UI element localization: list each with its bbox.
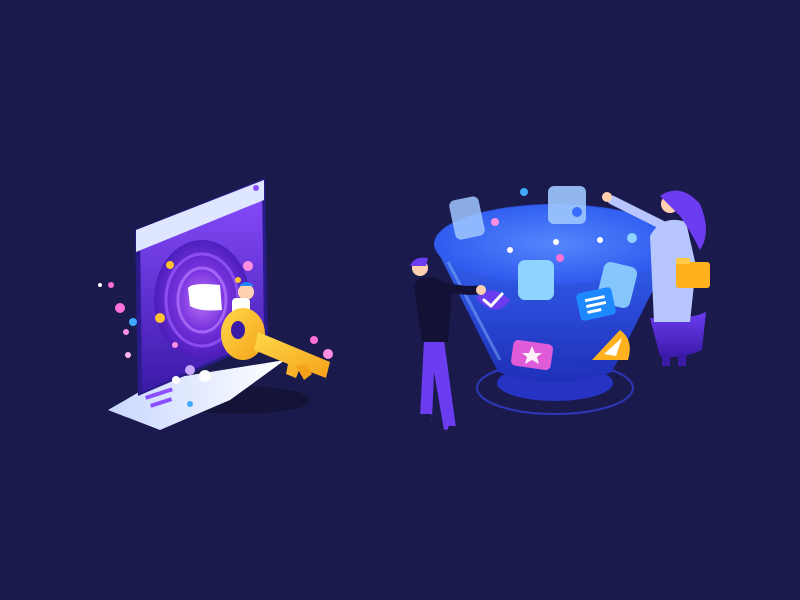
particle [323, 349, 333, 359]
particle [627, 233, 637, 243]
particle [166, 261, 174, 269]
particle [172, 342, 178, 348]
particle [520, 188, 528, 196]
woman-leg [662, 354, 670, 366]
particle [172, 376, 180, 384]
particle [199, 370, 211, 382]
particle [125, 352, 131, 358]
particle [123, 329, 129, 335]
key-hole [231, 321, 245, 339]
particle [187, 401, 193, 407]
right-illustration [410, 186, 710, 432]
woman-hand [602, 192, 612, 202]
particle [556, 254, 564, 262]
orange-folder [676, 262, 710, 288]
particle [597, 237, 603, 243]
particle [129, 318, 137, 326]
star-badge [511, 339, 553, 371]
floating-card [548, 186, 586, 224]
person-head [238, 284, 254, 300]
man-shoe [448, 426, 466, 432]
floating-card [518, 260, 554, 300]
illustration-stage [0, 0, 800, 600]
header-dot [253, 185, 259, 191]
particle [155, 313, 165, 323]
left-illustration [98, 178, 333, 430]
particle [185, 365, 195, 375]
door-opening [188, 284, 222, 311]
particle [491, 218, 499, 226]
particle [115, 303, 125, 313]
particle [235, 277, 241, 283]
particle [310, 336, 318, 344]
particle [98, 283, 102, 287]
folder-tab [676, 258, 690, 264]
man-shoe [418, 414, 432, 420]
man-hair [410, 257, 428, 266]
particle [108, 282, 114, 288]
particle [243, 261, 253, 271]
woman-leg [678, 354, 686, 366]
particle [553, 239, 559, 245]
card-dot [572, 207, 582, 217]
particle [507, 247, 513, 253]
illustration-canvas [98, 178, 710, 432]
man-hand [476, 285, 486, 295]
